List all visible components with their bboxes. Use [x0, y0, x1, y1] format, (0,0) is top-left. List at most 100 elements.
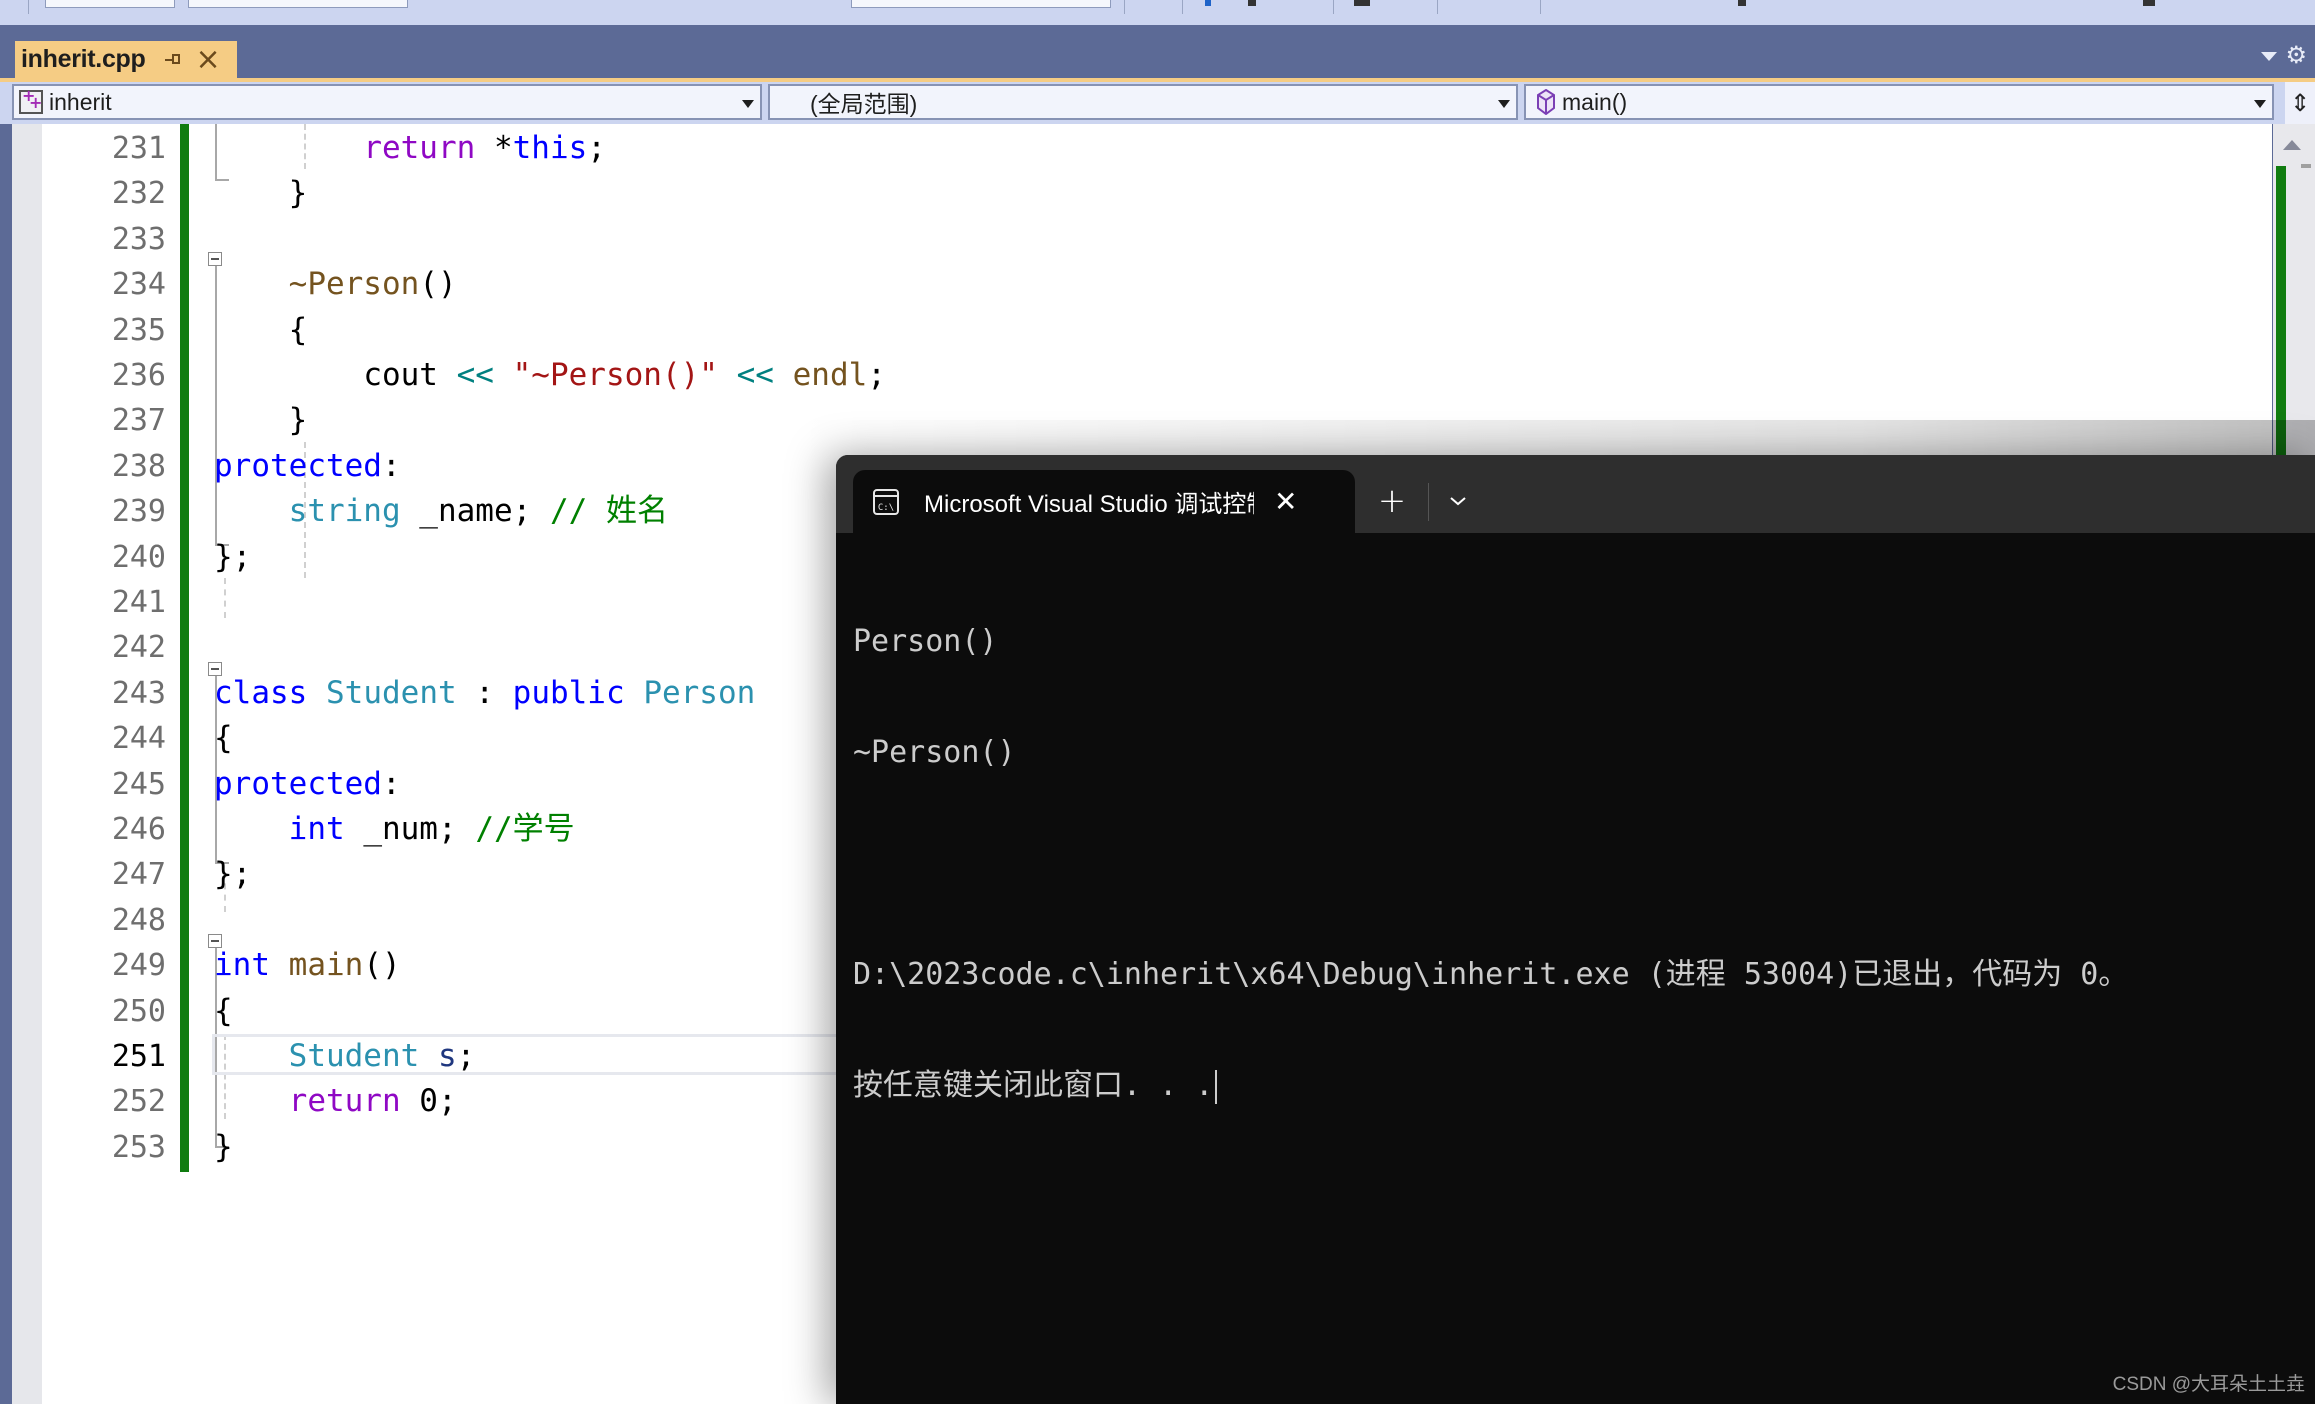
code-line: ~Person()	[214, 262, 457, 307]
code-token: class	[214, 675, 308, 711]
navigation-bar: inherit (全局范围) main() ⇕	[0, 82, 2315, 124]
code-token: main	[288, 947, 364, 983]
toolbar-button[interactable]	[2143, 0, 2155, 6]
code-token: {	[214, 720, 233, 756]
new-tab-button[interactable]: +	[1367, 477, 1417, 525]
pin-icon[interactable]	[165, 52, 183, 68]
document-tab-strip: inherit.cpp × ⚙	[0, 25, 2315, 78]
toolbar-separator	[1333, 0, 1334, 14]
toolbar-button[interactable]	[1738, 0, 1746, 6]
code-token: public	[512, 675, 625, 711]
scrollbar-caret-marker	[2301, 164, 2311, 168]
cpp-project-icon	[19, 86, 43, 114]
code-token: string	[288, 493, 401, 529]
tab-label: inherit.cpp	[21, 45, 146, 73]
code-line: class Student : public Person	[214, 671, 755, 716]
line-number: 245	[111, 767, 166, 802]
code-token: }	[288, 402, 308, 438]
console-output[interactable]: Person() ~Person() D:\2023code.c\inherit…	[853, 549, 2128, 1178]
code-token: // 姓名	[549, 493, 668, 529]
code-token: 0;	[400, 1083, 457, 1119]
tab-dropdown-button[interactable]	[1436, 477, 1480, 525]
code-token: //学号	[475, 811, 575, 847]
code-token: int	[288, 811, 345, 847]
code-token: int	[214, 947, 270, 983]
code-token: return	[288, 1083, 401, 1119]
toolbar-button[interactable]	[1205, 0, 1211, 6]
code-token: this	[512, 130, 588, 166]
scrollbar-change-marker	[2276, 166, 2286, 456]
method-cube-icon	[1537, 89, 1555, 115]
line-number: 242	[111, 630, 166, 665]
line-number: 244	[111, 721, 166, 756]
toolbar-separator	[1540, 0, 1541, 14]
indent-guide	[224, 578, 226, 618]
code-line: int _num; //学号	[214, 807, 575, 852]
code-line: {	[214, 989, 233, 1034]
line-number: 253	[111, 1130, 166, 1165]
gear-icon[interactable]: ⚙	[2285, 43, 2307, 67]
code-token: ;	[587, 130, 606, 166]
code-token: ;	[867, 357, 886, 393]
close-icon[interactable]: ✕	[1274, 487, 1297, 516]
console-titlebar[interactable]: C:\ Microsoft Visual Studio 调试控制台 ✕ +	[836, 455, 2315, 533]
code-line: }	[214, 171, 308, 216]
code-token: ;	[456, 1038, 476, 1074]
code-token: cout	[363, 357, 457, 393]
code-token: :	[456, 675, 513, 711]
code-token: }	[214, 1129, 233, 1165]
line-number: 248	[111, 903, 166, 938]
toolbar-separator	[28, 0, 29, 14]
console-tab[interactable]: C:\ Microsoft Visual Studio 调试控制台 ✕	[853, 470, 1355, 533]
toolbar-button[interactable]	[1354, 0, 1370, 6]
code-line: return *this;	[214, 126, 606, 171]
code-token: ~Person	[288, 266, 420, 302]
line-number: 251	[111, 1039, 166, 1074]
console-line: D:\2023code.c\inherit\x64\Debug\inherit.…	[853, 957, 2129, 992]
code-token: *	[475, 130, 513, 166]
code-token: {	[214, 993, 233, 1029]
code-line: }	[214, 398, 308, 443]
line-number: 249	[111, 948, 166, 983]
line-number: 252	[111, 1084, 166, 1119]
toolbar-button[interactable]	[1248, 0, 1256, 6]
scope-dropdown[interactable]: (全局范围)	[768, 84, 1518, 120]
solution-config-dropdown[interactable]	[45, 0, 175, 8]
close-icon[interactable]: ×	[195, 44, 220, 75]
line-number: 240	[111, 540, 166, 575]
line-number: 239	[111, 494, 166, 529]
code-line: protected:	[214, 762, 401, 807]
member-dropdown-value: main()	[1562, 88, 1628, 115]
debug-console-window[interactable]: C:\ Microsoft Visual Studio 调试控制台 ✕ + Pe…	[836, 455, 2315, 1404]
chevron-down-icon[interactable]	[2261, 52, 2277, 61]
code-token: "~Person()"	[512, 357, 718, 393]
scroll-up-arrow-icon[interactable]	[2283, 140, 2301, 150]
toolbar-separator	[1437, 0, 1438, 14]
line-number: 231	[111, 131, 166, 166]
indicator-margin[interactable]	[12, 124, 42, 1404]
line-number: 235	[111, 313, 166, 348]
project-dropdown[interactable]: inherit	[12, 84, 762, 120]
startup-item-dropdown[interactable]	[851, 0, 1111, 8]
toolbar-separator	[1124, 0, 1125, 14]
console-line: 按任意键关闭此窗口. . .	[853, 1068, 1214, 1103]
solution-platform-dropdown[interactable]	[188, 0, 408, 8]
console-line: ~Person()	[853, 735, 1016, 770]
code-line: protected:	[214, 444, 401, 489]
code-token: _name;	[400, 493, 550, 529]
code-line: {	[214, 308, 308, 353]
member-dropdown[interactable]: main()	[1524, 84, 2274, 120]
line-number: 250	[111, 994, 166, 1029]
tab-inherit-cpp[interactable]: inherit.cpp ×	[15, 41, 237, 78]
main-toolbar	[0, 0, 2315, 25]
split-window-button[interactable]: ⇕	[2285, 82, 2315, 124]
